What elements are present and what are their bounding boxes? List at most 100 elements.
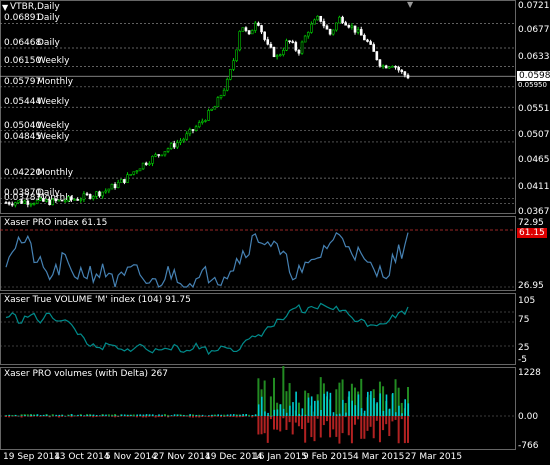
volumes-tick: 0.00 [518,412,539,422]
volume-bar [198,416,201,418]
delta-bar [261,396,263,416]
delta-bar [370,391,372,416]
volume-bar [378,416,381,443]
volume-bar [107,414,110,416]
delta-bar [164,415,167,417]
delta-bar [195,414,198,416]
volume-bar [313,416,316,442]
volume-index-tick: -5 [518,355,527,365]
volume-bar [307,416,310,423]
volume-bar [372,416,375,439]
volume-bar [8,416,11,418]
delta-bar [58,414,61,416]
delta-bar [404,399,406,416]
delta-bar [158,414,160,416]
delta-bar [211,414,213,416]
delta-bar [148,414,151,416]
delta-bar [39,415,42,416]
volume-bar [229,416,232,417]
volume-bar [251,416,254,418]
volume-bar [5,416,7,418]
price-tick: 0.03670 [518,207,550,217]
volume-bar [282,366,285,416]
delta-bar [102,414,104,416]
volume-bar [385,416,388,425]
volume-bar [394,379,397,416]
volume-bar [282,416,285,419]
volume-bar [92,416,95,418]
volume-bar [266,416,269,443]
volume-bar [350,416,353,444]
delta-bar [276,409,279,416]
volume-bar [276,416,279,430]
date-tick: 27 Nov 2014 [153,452,211,462]
current-price-label: 0.05980 [517,71,550,81]
date-tick: 9 Feb 2015 [303,452,354,462]
volume-bar [173,416,176,417]
volume-bar [329,416,332,438]
volume-bar [338,382,341,416]
volume-bar [142,416,145,418]
delta-bar [329,392,332,416]
delta-bar [52,415,54,417]
delta-bar [204,415,207,417]
delta-bar [64,415,67,417]
volume-bar [195,416,198,418]
delta-bar [61,414,64,416]
volume-bar [170,416,173,417]
volume-bar [332,416,335,430]
delta-bar [226,414,229,416]
delta-bar [108,415,110,417]
price-tick: 0.05070 [518,130,550,140]
delta-bar [385,394,388,416]
delta-bar [357,394,360,416]
delta-bar [320,409,322,416]
delta-bar [5,415,8,416]
volume-bar [157,416,160,418]
volume-bar [366,416,369,431]
volume-bar [301,416,304,430]
delta-bar [139,414,142,416]
volume-bar [304,390,307,416]
date-tick: 4 Mar 2015 [353,452,405,462]
delta-bar [236,415,238,416]
volume-bar [220,416,223,418]
volume-bar [403,416,406,444]
volume-bar [26,414,29,416]
volume-bar [248,414,251,416]
volume-bar [363,416,366,439]
volume-bar [322,416,325,426]
volume-bar [375,416,378,421]
delta-bar [36,414,39,416]
delta-bar [198,415,201,417]
delta-bar [254,414,257,416]
volume-bar [341,416,344,434]
delta-bar [24,415,26,416]
volume-bar [285,391,288,416]
delta-bar [17,415,20,417]
delta-bar [338,413,341,416]
date-tick: 16 Jan 2015 [253,452,307,462]
volume-bar [20,416,23,418]
volume-bar [254,416,257,417]
delta-bar [8,414,11,416]
volume-bar [294,416,297,423]
index-tick: 72.95 [518,218,544,228]
volume-bar [257,416,260,435]
delta-bar [342,399,344,416]
price-tick: 0.07210 [518,1,550,11]
delta-bar [285,412,288,416]
volume-bar [357,416,360,420]
volume-bar [325,416,328,422]
delta-bar [388,408,391,416]
delta-bar [298,413,301,416]
delta-bar [86,414,89,416]
delta-bar [292,402,294,416]
delta-bar [304,414,307,416]
volume-bar [126,416,129,417]
volume-bar [213,416,216,417]
volume-bar [182,416,185,417]
delta-bar [145,414,148,416]
volume-bar [33,416,36,417]
delta-bar [223,415,226,417]
